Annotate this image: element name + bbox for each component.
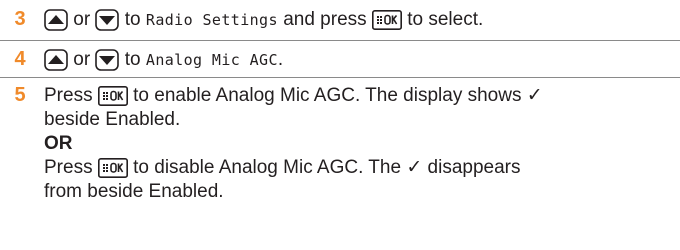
step-5-line-2: beside Enabled.	[44, 109, 181, 130]
press-text: Press	[44, 85, 93, 106]
menu-ok-key-icon	[371, 9, 402, 30]
step-number: 3	[14, 8, 26, 30]
menu-name-analog-mic-agc: Analog Mic AGC	[145, 51, 278, 69]
step-4-text: or to Analog Mic AGC.	[44, 41, 680, 72]
up-arrow-key-icon	[44, 49, 68, 71]
to-word: to	[124, 9, 141, 30]
press-text: Press	[44, 157, 93, 178]
press-text: and press	[283, 9, 367, 30]
step-number: 4	[14, 48, 26, 70]
instruction-steps: 3 or to Radio Settings and press to sele…	[0, 0, 680, 204]
step-3-text: or to Radio Settings and press to select…	[44, 0, 680, 32]
step-5-line-5: from beside Enabled.	[44, 181, 224, 202]
down-arrow-key-icon	[95, 49, 120, 71]
step-4: 4 or to Analog Mic AGC.	[0, 41, 680, 77]
step-5-body: Press to enable Analog Mic AGC. The disp…	[44, 78, 680, 204]
menu-ok-key-icon	[97, 85, 128, 106]
end-text: to select.	[407, 9, 484, 30]
menu-name-radio-settings: Radio Settings	[145, 11, 278, 29]
menu-ok-key-icon	[97, 157, 128, 178]
down-arrow-key-icon	[95, 9, 120, 31]
step-5: 5 Press to enable Analog Mic AGC. The di…	[0, 78, 680, 204]
step-number: 5	[14, 84, 26, 106]
up-arrow-key-icon	[44, 9, 68, 31]
or-word: or	[73, 9, 91, 30]
step-3: 3 or to Radio Settings and press to sele…	[0, 0, 680, 40]
enable-text: to enable Analog Mic AGC. The display sh…	[133, 85, 543, 106]
end-text: .	[277, 49, 284, 70]
step-5-line-1: Press to enable Analog Mic AGC. The disp…	[44, 84, 680, 108]
or-word: or	[73, 49, 91, 70]
or-label: OR	[44, 133, 73, 154]
to-word: to	[124, 49, 141, 70]
step-5-line-4: Press to disable Analog Mic AGC. The ✓ d…	[44, 156, 680, 180]
disable-text: to disable Analog Mic AGC. The ✓ disappe…	[133, 157, 521, 178]
